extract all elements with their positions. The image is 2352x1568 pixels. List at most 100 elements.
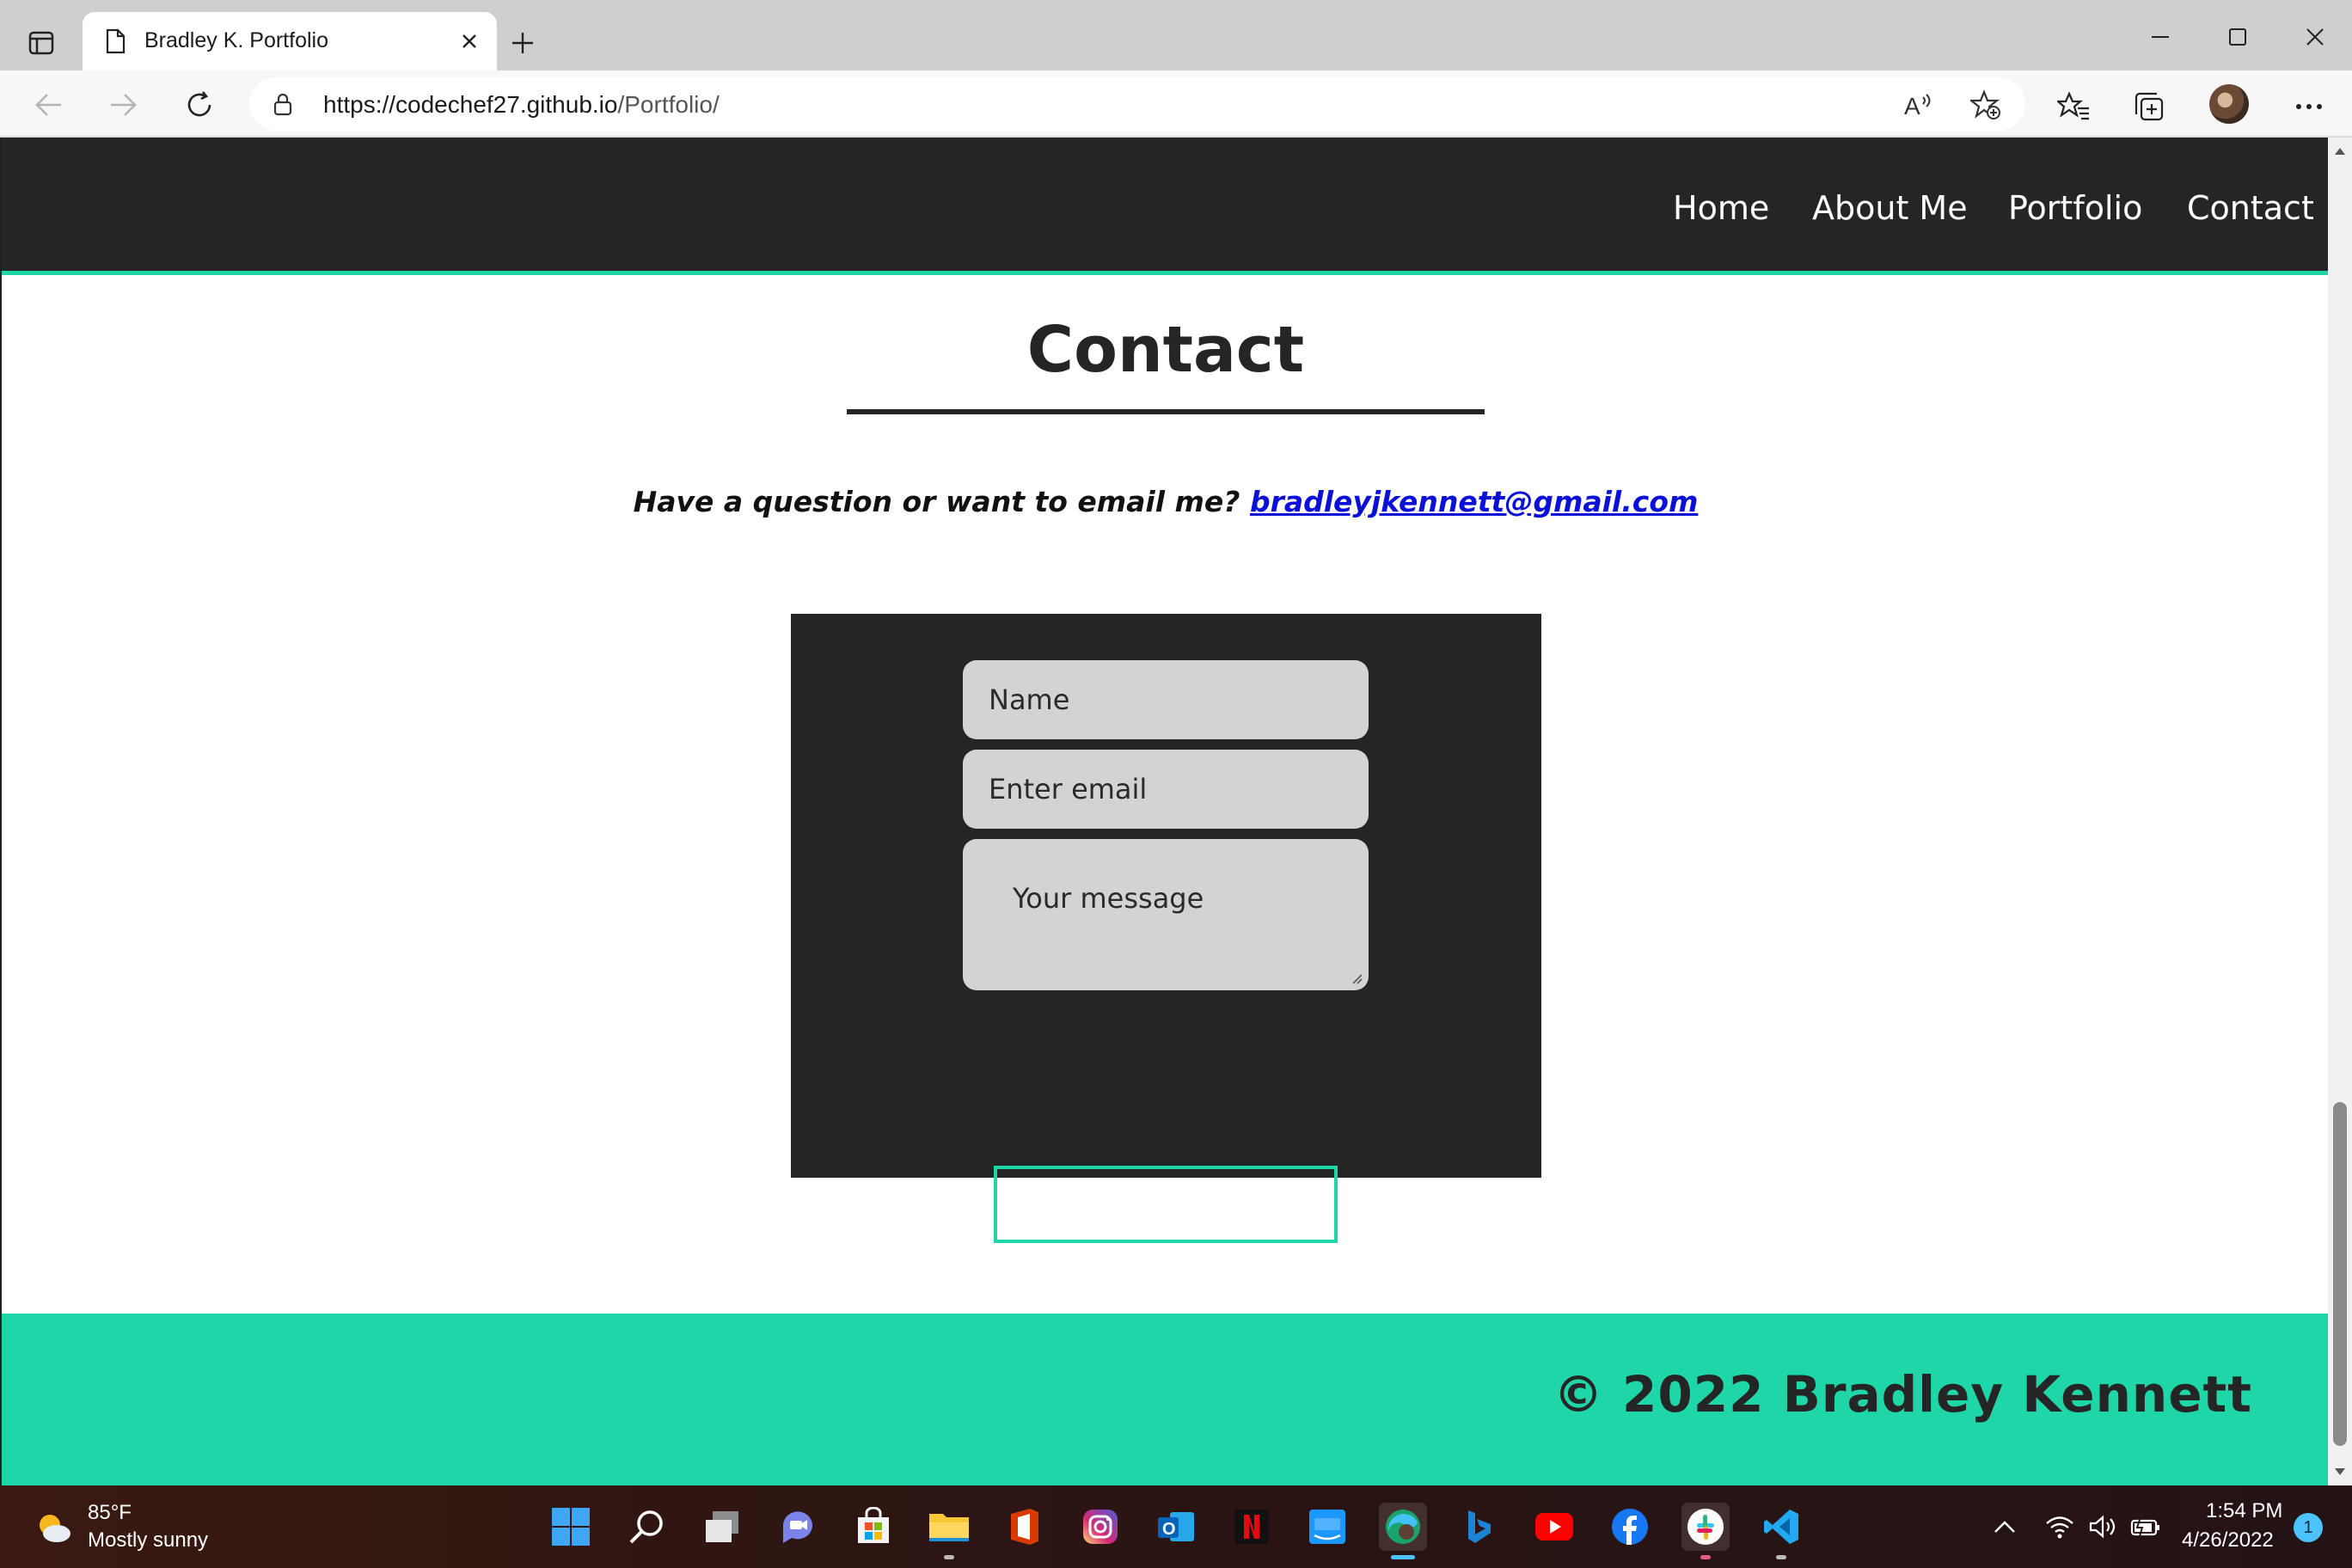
scroll-up-arrow-icon[interactable] [2331,143,2349,160]
search-icon [629,1510,663,1544]
arrow-left-icon [35,94,61,116]
tab-actions-button[interactable] [22,24,60,62]
wifi-icon [2046,1516,2073,1539]
maximize-button[interactable] [2208,15,2268,58]
email-link[interactable]: bradleyjkennett@gmail.com [1250,485,1698,518]
prime-video-app[interactable] [1303,1503,1351,1551]
nav-link-portfolio[interactable]: Portfolio [2008,189,2142,227]
teams-chat-app[interactable] [774,1503,822,1551]
window-close-button[interactable] [2285,15,2345,58]
notification-badge[interactable]: 1 [2294,1513,2323,1542]
svg-text:O: O [1162,1520,1176,1539]
browser-tab[interactable]: Bradley K. Portfolio [83,12,497,70]
heading-underline [847,409,1485,414]
office-app[interactable] [1001,1503,1049,1551]
instagram-app[interactable] [1076,1503,1124,1551]
settings-menu-button[interactable] [2290,88,2328,126]
read-aloud-button[interactable]: A [1903,89,1934,120]
collections-icon [2135,92,2164,121]
volume-button[interactable] [2087,1511,2118,1542]
weather-temperature[interactable]: 85°F [88,1501,132,1525]
message-placeholder: Your message [1013,882,1204,915]
netflix-app[interactable] [1228,1503,1276,1551]
netflix-icon [1234,1510,1269,1544]
address-bar[interactable]: https://codechef27.github.io/Portfolio/ … [249,77,2025,131]
message-textarea[interactable]: Your message [963,839,1369,990]
site-navbar: Home About Me Portfolio Contact [2,138,2330,275]
url-path: /Portfolio/ [617,91,720,118]
edge-app[interactable] [1379,1503,1427,1559]
resize-grip-icon[interactable] [1348,970,1363,985]
profile-avatar[interactable] [2209,84,2249,124]
lock-icon [273,93,292,116]
name-placeholder: Name [989,683,1070,716]
contact-heading: Contact [1026,313,1305,387]
office-icon [1011,1509,1038,1545]
vscode-app[interactable] [1757,1503,1805,1559]
notification-indicator [1700,1555,1711,1559]
back-button[interactable] [28,84,69,126]
collections-button[interactable] [2130,88,2168,126]
refresh-button[interactable] [179,84,220,126]
task-view-button[interactable] [698,1503,746,1551]
contact-form: Name Enter email Your message Submit [791,614,1541,1243]
contact-question: Have a question or want to email me? bra… [2,485,2330,518]
portfolio-page: Home About Me Portfolio Contact Contact … [0,138,2330,1485]
star-add-icon [1970,89,2000,119]
url-host: https://codechef27.github.io [323,91,618,118]
screen: Bradley K. Portfolio https://codechef27.… [0,0,2352,1568]
vertical-scrollbar[interactable] [2328,138,2352,1485]
start-button[interactable] [547,1503,595,1551]
outlook-icon: O [1158,1512,1194,1541]
close-icon [2306,28,2324,46]
nav-link-home[interactable]: Home [1673,189,1769,227]
youtube-icon [1535,1513,1573,1540]
new-tab-button[interactable] [504,24,542,62]
prime-video-icon [1309,1510,1345,1544]
nav-link-about-me[interactable]: About Me [1812,189,1968,227]
scroll-down-arrow-icon[interactable] [2331,1463,2349,1480]
more-icon [2296,104,2322,109]
url-text[interactable]: https://codechef27.github.io/Portfolio/ [323,91,720,119]
arrow-right-icon [111,94,137,116]
bing-app[interactable] [1455,1503,1503,1551]
close-icon [462,34,476,48]
scrollbar-thumb[interactable] [2333,1102,2347,1446]
vscode-icon [1764,1510,1798,1544]
refresh-icon [187,91,211,117]
slack-icon [1687,1509,1724,1545]
add-favorite-button[interactable] [1970,89,2001,120]
bing-icon [1468,1510,1491,1543]
clock-date[interactable]: 4/26/2022 [2182,1528,2274,1553]
name-input[interactable]: Name [963,660,1369,739]
page-icon [106,28,126,54]
slack-app[interactable] [1681,1503,1730,1559]
clock-time[interactable]: 1:54 PM [2206,1499,2282,1523]
youtube-app[interactable] [1530,1503,1578,1551]
minimize-button[interactable] [2130,15,2190,58]
folder-icon [929,1514,969,1541]
windows-logo-icon [552,1508,590,1546]
edge-icon [1386,1510,1420,1544]
email-input[interactable]: Enter email [963,750,1369,829]
search-button[interactable] [622,1503,671,1551]
submit-button[interactable]: Submit [994,1166,1338,1243]
favorites-button[interactable] [2055,88,2092,126]
active-indicator [1391,1555,1415,1559]
plus-icon [512,33,533,53]
show-hidden-icons-button[interactable] [1989,1511,2020,1542]
outlook-app[interactable]: O [1152,1503,1200,1551]
instagram-icon [1083,1510,1118,1544]
file-explorer-app[interactable] [925,1503,973,1559]
weather-sunny-icon[interactable] [33,1506,76,1549]
microsoft-store-app[interactable] [849,1503,897,1551]
wifi-button[interactable] [2044,1511,2075,1542]
facebook-app[interactable] [1606,1503,1654,1551]
nav-link-contact[interactable]: Contact [2187,189,2314,227]
tab-close-button[interactable] [454,26,485,57]
volume-icon [2089,1515,2116,1539]
forward-button[interactable] [103,84,144,126]
battery-button[interactable] [2130,1511,2161,1542]
weather-description[interactable]: Mostly sunny [88,1528,208,1553]
browser-toolbar: https://codechef27.github.io/Portfolio/ … [0,70,2352,138]
